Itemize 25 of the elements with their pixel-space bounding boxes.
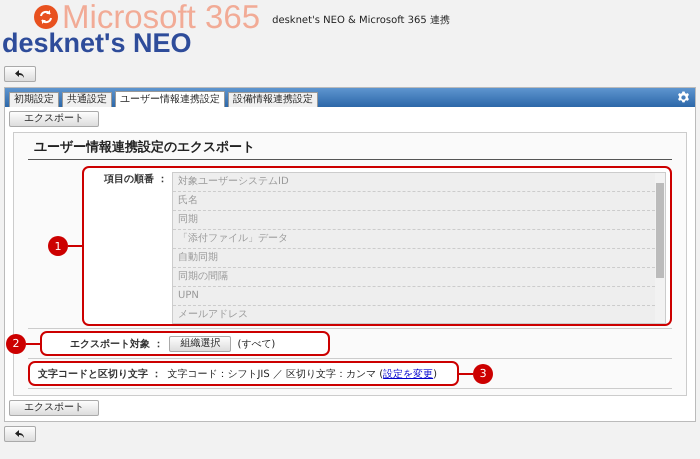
back-arrow-icon [15, 430, 25, 438]
callout-marker: 3 [473, 364, 494, 384]
tab[interactable]: 初期設定 [9, 92, 59, 107]
field-value: (すべて) [237, 338, 276, 350]
page-subtitle: desknet's NEO & Microsoft 365 連携 [272, 14, 450, 27]
section-title: ユーザー情報連携設定のエクスポート [28, 133, 672, 160]
select-button[interactable]: 組織選択 [169, 336, 232, 352]
back-button[interactable] [4, 66, 36, 82]
back-arrow-icon [15, 70, 25, 78]
tab[interactable]: 共通設定 [62, 92, 112, 107]
tab[interactable]: 設備情報連携設定 [228, 92, 318, 107]
export-button[interactable]: エクスポート [9, 400, 99, 416]
field-label: 項目の順番 ： [104, 172, 166, 186]
callout-marker: 1 [48, 236, 68, 256]
field-label: 文字コードと区切り文字 ： [38, 367, 162, 380]
scrollbar[interactable] [655, 173, 665, 323]
field-label: エクスポート対象 ： [70, 337, 164, 350]
export-button[interactable]: エクスポート [9, 111, 99, 127]
field-value: 文字コード：シフトJIS ／ 区切り文字：カンマ (設定を変更) [167, 368, 438, 380]
sync-icon [34, 5, 58, 29]
change-link[interactable]: 設定を変更 [383, 368, 434, 380]
back-button[interactable] [4, 426, 36, 442]
settings-icon[interactable] [677, 91, 690, 104]
callout-marker: 2 [6, 334, 26, 354]
tab[interactable]: ユーザー情報連携設定 [115, 91, 225, 107]
